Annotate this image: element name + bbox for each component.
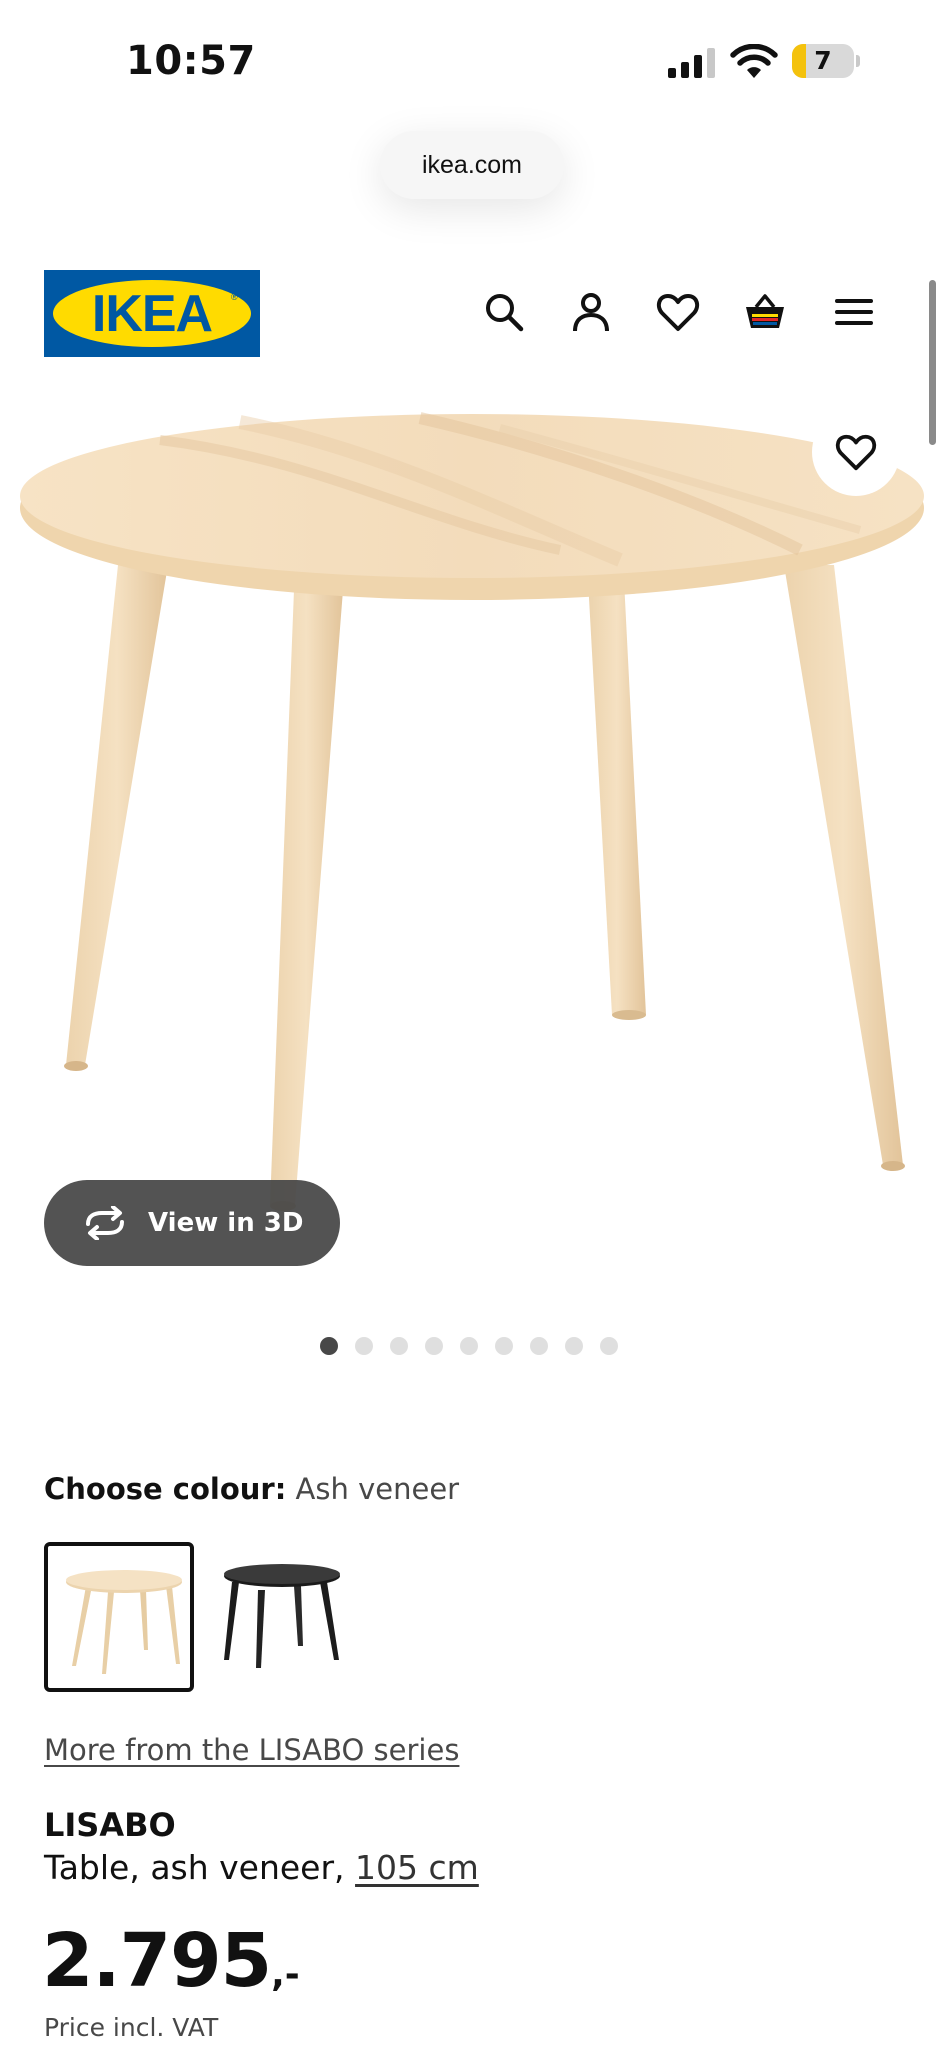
colour-option-ash-veneer[interactable] [44, 1542, 194, 1692]
status-bar: 10:57 7 [0, 0, 944, 120]
price-suffix: ,- [271, 1954, 300, 1995]
account-icon[interactable] [569, 290, 613, 334]
wifi-icon [730, 44, 778, 78]
product-price: 2.795,- [42, 1918, 300, 2004]
colour-label: Choose colour: [44, 1472, 287, 1506]
add-to-favourites-button[interactable] [812, 408, 900, 496]
favourites-heart-icon[interactable] [656, 290, 700, 334]
cellular-signal-icon [668, 48, 715, 78]
carousel-dot[interactable] [425, 1337, 443, 1355]
product-name: LISABO [44, 1806, 176, 1844]
carousel-dot[interactable] [495, 1337, 513, 1355]
carousel-dot[interactable] [460, 1337, 478, 1355]
rotate-3d-icon [86, 1206, 124, 1240]
search-icon[interactable] [482, 290, 526, 334]
logo-registered-mark: ® [231, 292, 238, 302]
product-size-link[interactable]: 105 cm [355, 1848, 479, 1887]
menu-icon[interactable] [832, 290, 876, 334]
carousel-pagination [320, 1337, 618, 1355]
table-thumbnail-black [224, 1564, 340, 1668]
carousel-dot[interactable] [565, 1337, 583, 1355]
view-in-3d-label: View in 3D [148, 1208, 304, 1238]
site-header: IKEA ® [0, 260, 944, 370]
carousel-dot[interactable] [390, 1337, 408, 1355]
battery-level: 7 [814, 46, 832, 75]
address-bar[interactable]: ikea.com [380, 131, 564, 199]
carousel-dot[interactable] [600, 1337, 618, 1355]
carousel-dot[interactable] [355, 1337, 373, 1355]
heart-icon [835, 434, 877, 471]
clock: 10:57 [126, 38, 256, 84]
battery-tip [856, 55, 860, 67]
price-note: Price incl. VAT [44, 2013, 219, 2042]
price-amount: 2.795 [42, 1918, 272, 2004]
battery-icon: 7 [792, 44, 860, 80]
product-description-text: Table, ash veneer, [44, 1848, 345, 1887]
colour-chooser-label: Choose colour: Ash veneer [44, 1472, 459, 1506]
carousel-dot[interactable] [530, 1337, 548, 1355]
product-description: Table, ash veneer, 105 cm [44, 1848, 479, 1887]
series-link[interactable]: More from the LISABO series [44, 1733, 459, 1767]
logo-text: IKEA [91, 284, 213, 343]
colour-option-black[interactable] [206, 1542, 356, 1692]
view-in-3d-button[interactable]: View in 3D [44, 1180, 340, 1266]
table-thumbnail-ash [66, 1570, 182, 1674]
selected-colour: Ash veneer [295, 1472, 460, 1506]
ikea-logo[interactable]: IKEA ® [44, 270, 260, 357]
carousel-dot[interactable] [320, 1337, 338, 1355]
shopping-bag-icon[interactable] [743, 290, 787, 334]
